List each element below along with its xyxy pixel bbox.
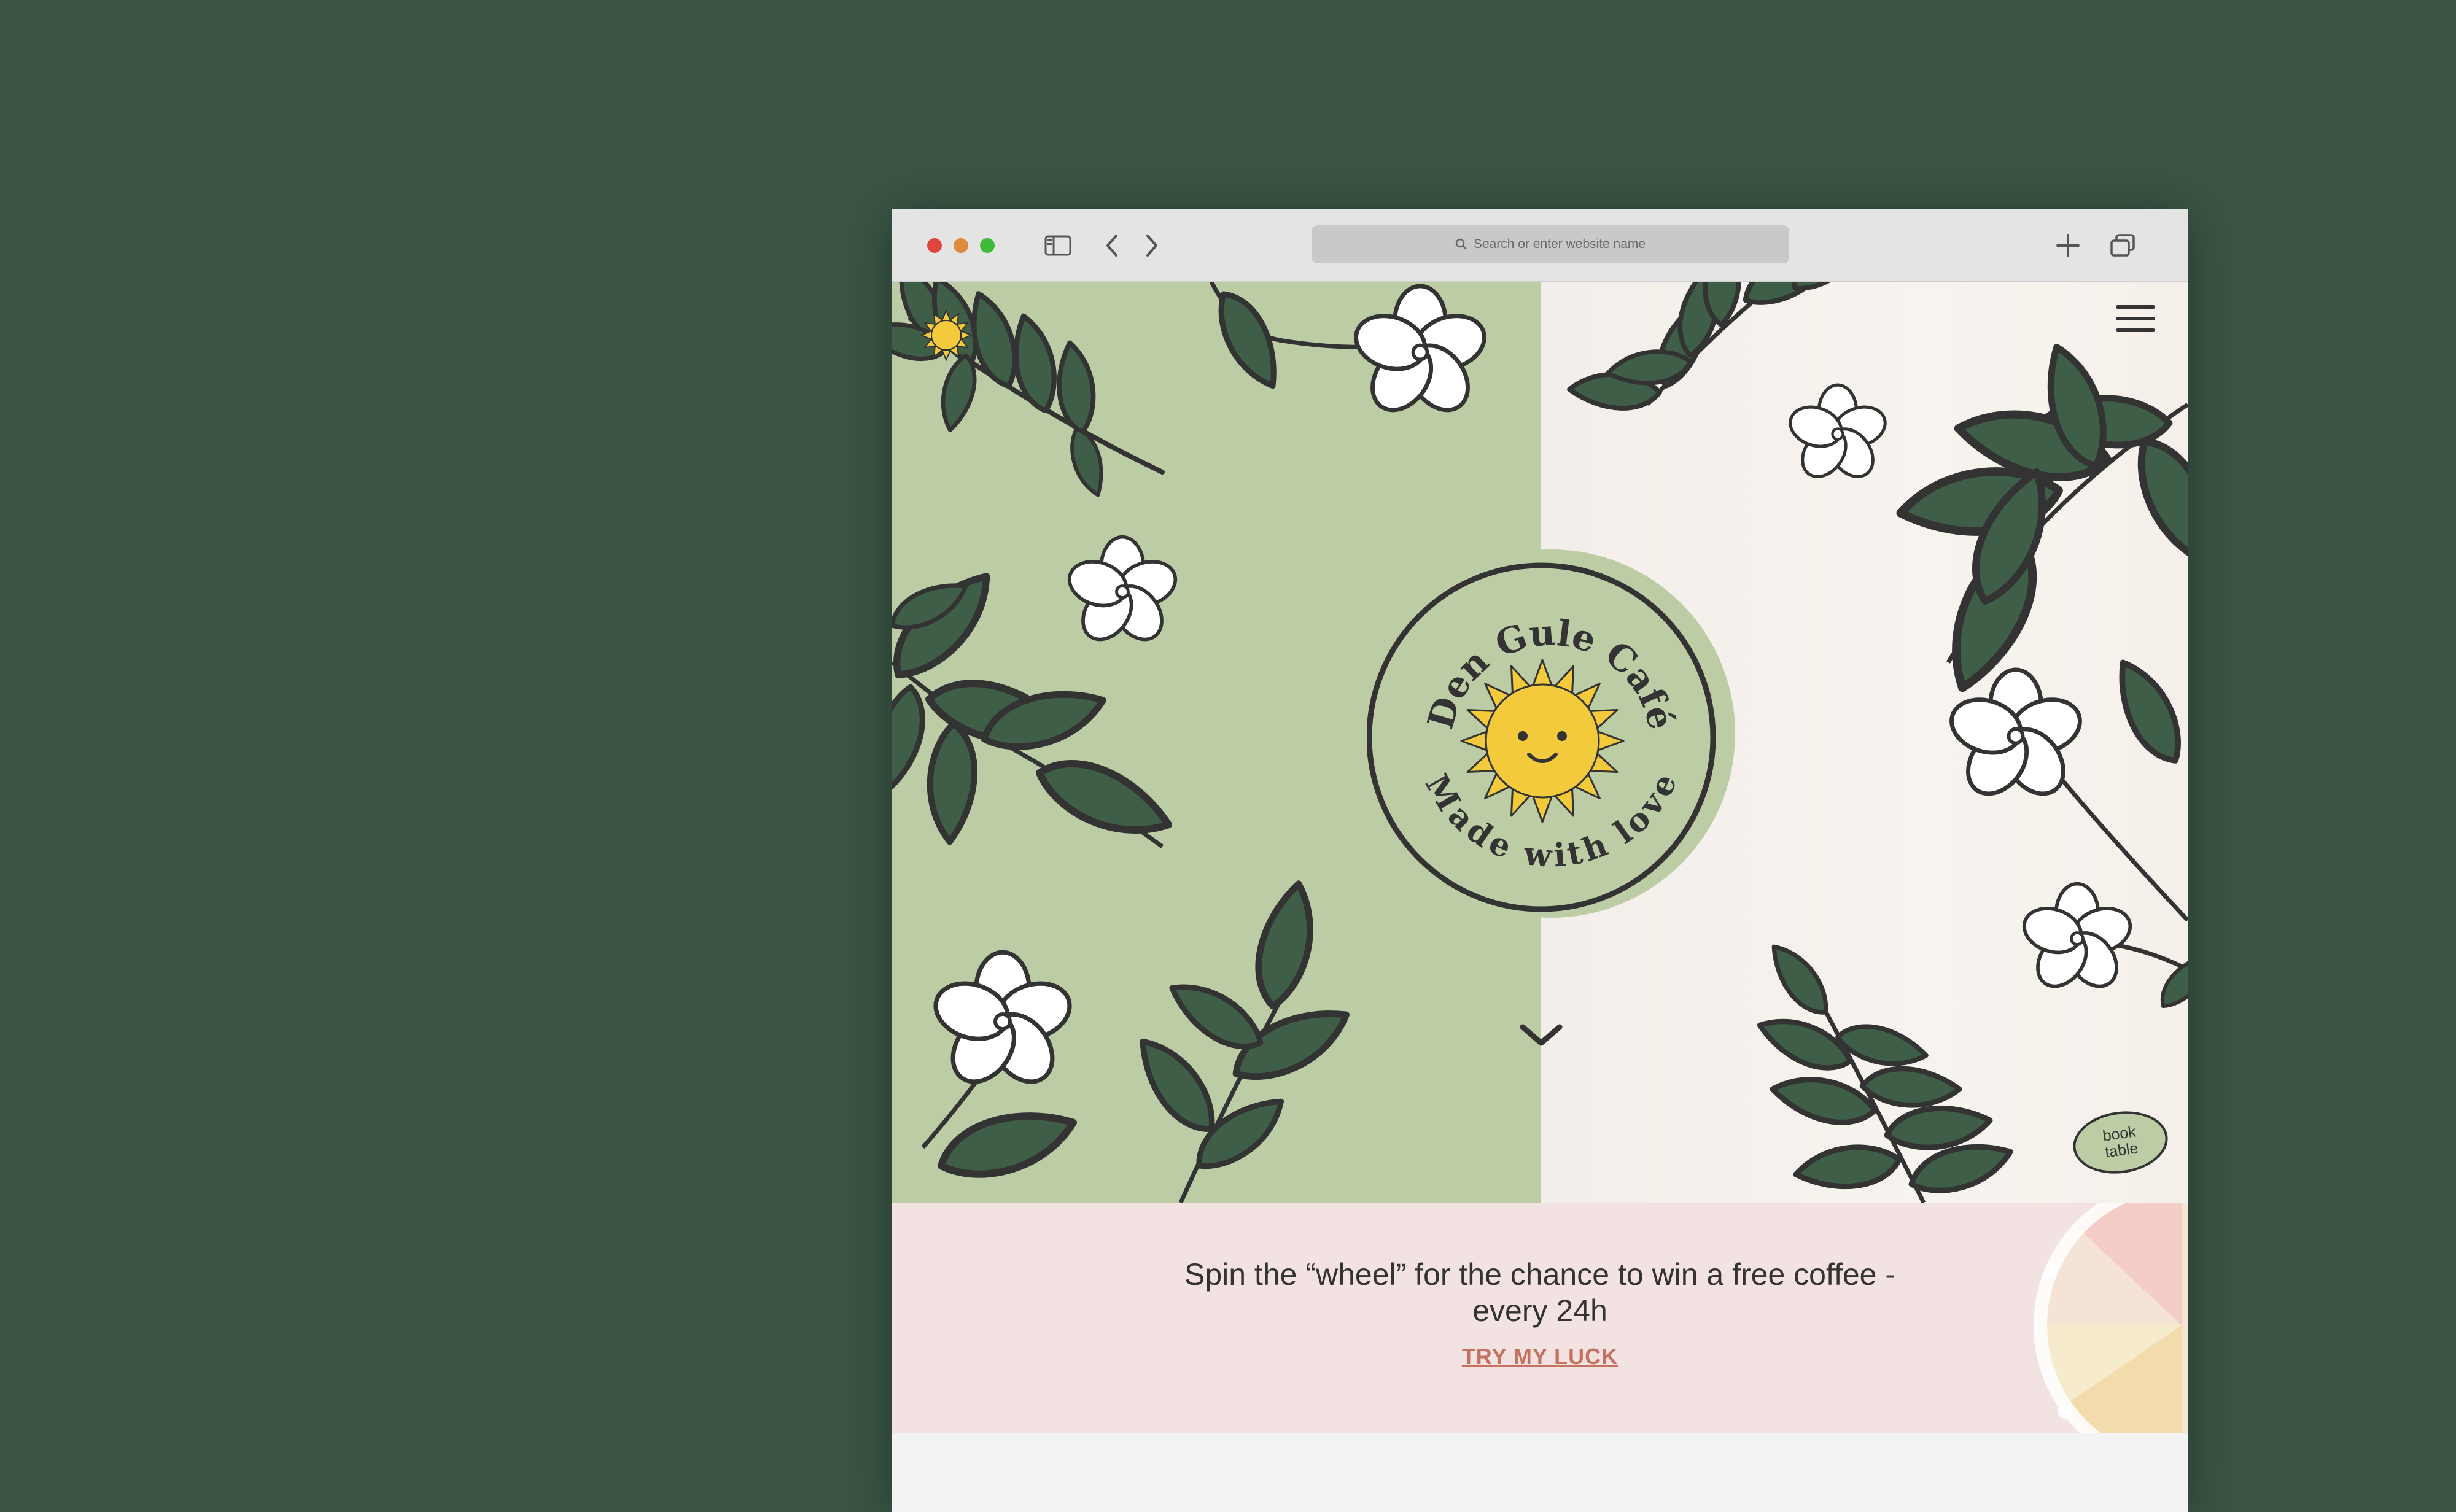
cafe-logo: Den Gule Café Made with love xyxy=(1366,549,1735,918)
web-page: Den Gule Café Made with love book table … xyxy=(892,282,2188,1512)
flowers-right-middle xyxy=(1945,653,2188,1012)
browser-toolbar: Search or enter website name xyxy=(892,209,2188,282)
forward-icon[interactable] xyxy=(1143,231,1161,260)
prize-wheel-graphic xyxy=(2034,1203,2188,1433)
try-my-luck-link[interactable]: TRY MY LUCK xyxy=(892,1344,2188,1370)
scroll-down-chevron-icon[interactable] xyxy=(1517,1018,1566,1055)
search-icon xyxy=(1455,238,1467,250)
maximize-window-button[interactable] xyxy=(980,238,995,253)
leaves-bottom-center xyxy=(1132,879,1358,1203)
flower-top-center xyxy=(1211,282,1491,421)
next-section xyxy=(892,1433,2188,1512)
minimize-window-button[interactable] xyxy=(954,238,968,253)
promo-banner: Spin the “wheel” for the chance to win a… xyxy=(892,1203,2188,1433)
leaves-right-branch xyxy=(1900,341,2188,697)
close-window-button[interactable] xyxy=(927,238,942,253)
flower-right-top xyxy=(1785,385,1890,485)
browser-window: Search or enter website name Den Gule Ca… xyxy=(892,209,2188,1512)
address-placeholder: Search or enter website name xyxy=(1473,237,1646,251)
address-bar[interactable]: Search or enter website name xyxy=(1312,225,1789,263)
hamburger-menu-icon[interactable] xyxy=(2116,305,2155,339)
tabs-overview-icon[interactable] xyxy=(2109,231,2136,260)
back-icon[interactable] xyxy=(1103,231,1121,260)
sidebar-icon[interactable] xyxy=(1044,231,1072,260)
sun-face-icon xyxy=(1460,659,1625,823)
flower-left-bottom xyxy=(921,952,1079,1182)
new-tab-icon[interactable] xyxy=(2054,231,2081,260)
fern-top-left xyxy=(892,282,1165,498)
book-table-line2: table xyxy=(2104,1139,2140,1161)
flower-left-middle xyxy=(1063,537,1181,649)
promo-text: Spin the “wheel” for the chance to win a… xyxy=(1184,1257,1896,1328)
hero-section: Den Gule Café Made with love book table xyxy=(892,282,2188,1203)
fern-bottom-right xyxy=(1754,936,2015,1203)
